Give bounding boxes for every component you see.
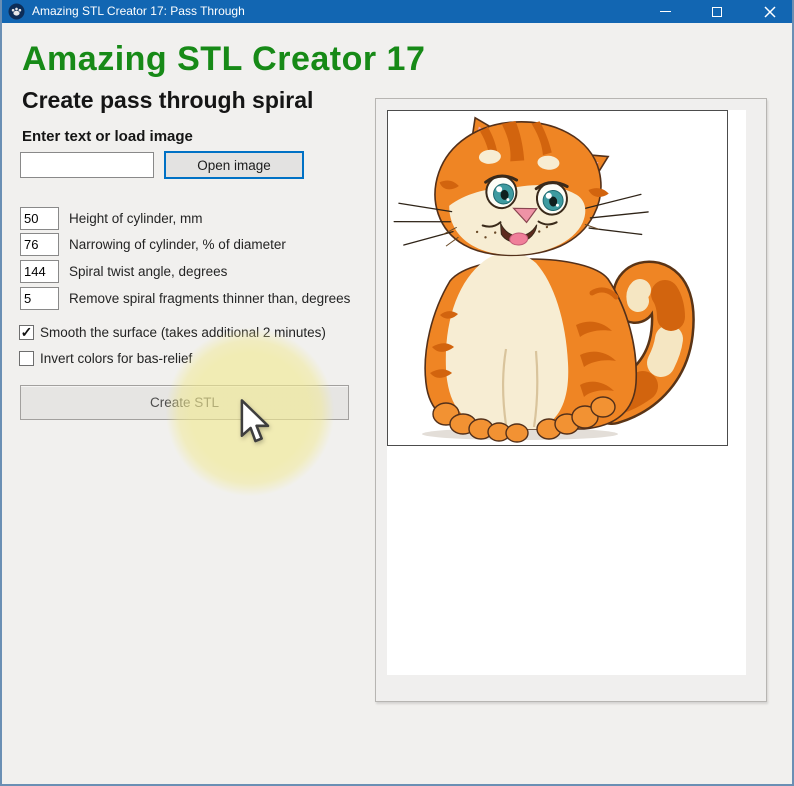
title-bar[interactable]: Amazing STL Creator 17: Pass Through <box>2 0 792 23</box>
window-title: Amazing STL Creator 17: Pass Through <box>32 0 245 23</box>
remove-fragments-input[interactable] <box>20 287 59 310</box>
paw-icon <box>8 3 25 20</box>
checkbox-label: Invert colors for bas-relief <box>40 351 192 366</box>
field-row-twist-angle: Spiral twist angle, degrees <box>20 260 227 283</box>
minimize-icon <box>660 11 671 12</box>
field-label: Spiral twist angle, degrees <box>69 264 227 279</box>
close-button[interactable] <box>746 0 794 23</box>
smooth-surface-checkbox[interactable]: ✓ <box>19 325 34 340</box>
field-label: Height of cylinder, mm <box>69 211 203 226</box>
invert-colors-checkbox-row: Invert colors for bas-relief <box>19 350 192 366</box>
maximize-button[interactable] <box>694 0 740 23</box>
page-subtitle: Create pass through spiral <box>22 87 313 114</box>
cat-image <box>388 111 727 445</box>
close-icon <box>764 6 776 18</box>
field-row-narrowing: Narrowing of cylinder, % of diameter <box>20 233 286 256</box>
invert-colors-checkbox[interactable] <box>19 351 34 366</box>
checkbox-label: Smooth the surface (takes additional 2 m… <box>40 325 326 340</box>
loaded-image-preview <box>387 110 728 446</box>
smooth-surface-checkbox-row: ✓ Smooth the surface (takes additional 2… <box>19 324 326 340</box>
minimize-button[interactable] <box>642 0 688 23</box>
text-or-image-input[interactable] <box>20 152 154 178</box>
picture-box <box>387 110 746 675</box>
field-label: Remove spiral fragments thinner than, de… <box>69 291 350 306</box>
narrowing-of-cylinder-input[interactable] <box>20 233 59 256</box>
field-row-remove-fragments: Remove spiral fragments thinner than, de… <box>20 287 350 310</box>
page-title: Amazing STL Creator 17 <box>22 40 425 79</box>
app-window: Amazing STL Creator 17: Pass Through Ama… <box>0 0 794 786</box>
open-image-button[interactable]: Open image <box>164 151 304 179</box>
preview-panel <box>375 98 767 702</box>
maximize-icon <box>712 7 722 17</box>
height-of-cylinder-input[interactable] <box>20 207 59 230</box>
create-stl-button[interactable]: Create STL <box>20 385 349 420</box>
field-row-height: Height of cylinder, mm <box>20 207 203 230</box>
spiral-twist-angle-input[interactable] <box>20 260 59 283</box>
field-label: Narrowing of cylinder, % of diameter <box>69 237 286 252</box>
input-section-label: Enter text or load image <box>22 128 193 145</box>
